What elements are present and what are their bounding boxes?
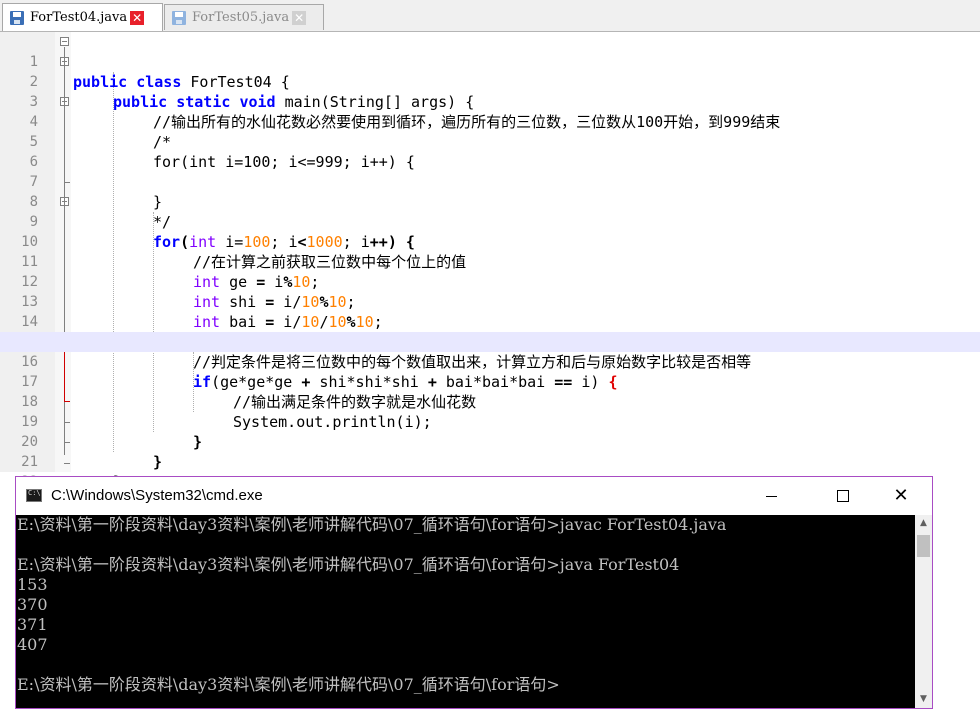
console-line: 370 [17,595,48,614]
code-line: 11 int ge = i%10; [0,232,980,291]
code-line: 20 } [0,412,980,471]
code-line: 5 for(int i=100; i<=999; i++) { [0,112,980,171]
console-line: 153 [17,575,48,594]
scroll-thumb[interactable] [917,535,930,557]
console-line: 371 [17,615,48,634]
code-line: 21 } [0,432,980,491]
code-line: 3 //输出所有的水仙花数必然要使用到循环，遍历所有的三位数，三位数从100开始… [0,72,980,131]
maximize-button[interactable] [820,477,866,515]
code-line-current: 16 if(ge*ge*ge + shi*shi*shi + bai*bai*b… [0,332,980,391]
cmd-title: C:\Windows\System32\cmd.exe [51,487,263,504]
code-line: 9 for(int i=100; i<1000; i++) { [0,192,980,251]
code-line: 10 //在计算之前获取三位数中每个位上的值 [0,212,980,271]
console-line: E:\资料\第一阶段资料\day3资料\案例\老师讲解代码\07_循环语句\fo… [17,555,680,574]
code-line: 1 public class ForTest04 { [0,32,980,91]
minimize-button[interactable] [748,477,794,515]
minimize-icon [766,496,777,497]
vertical-scrollbar[interactable]: ▲ ▼ [915,515,932,708]
code-line: 19 } [0,392,980,451]
code-line: 15 //判定条件是将三位数中的每个数值取出来，计算立方和后与原始数字比较是否相… [0,312,980,371]
code-line: 14 [0,292,980,330]
cmd-title-bar[interactable]: C:\Windows\System32\cmd.exe ✕ [16,477,932,515]
tab-label: ForTest04.java [30,10,128,25]
code-line: 6 [0,132,980,170]
console-line: 407 [17,635,48,654]
maximize-icon [837,490,849,502]
code-line: 22 } [0,452,980,511]
tab-fortest05[interactable]: ForTest05.java ✕ [164,4,324,30]
close-button[interactable]: ✕ [878,477,924,515]
saved-file-icon [172,10,186,25]
code-line: 17 //输出满足条件的数字就是水仙花数 [0,352,980,411]
code-line: 2 public static void main(String[] args)… [0,52,980,111]
console-output[interactable]: E:\资料\第一阶段资料\day3资料\案例\老师讲解代码\07_循环语句\fo… [16,515,914,708]
code-editor[interactable]: 1 public class ForTest04 { 2 public stat… [0,32,980,511]
code-line: 13 int bai = i/10/10%10; [0,272,980,331]
code-line: 18 System.out.println(i); [0,372,980,431]
tab-label: ForTest05.java [192,10,290,25]
tab-bar: ForTest04.java ✕ ForTest05.java ✕ [0,0,980,32]
close-tab-icon[interactable]: ✕ [130,10,145,25]
close-icon: ✕ [893,485,909,506]
console-line: E:\资料\第一阶段资料\day3资料\案例\老师讲解代码\07_循环语句\fo… [17,515,727,534]
scroll-down-icon[interactable]: ▼ [915,691,932,708]
cmd-window[interactable]: C:\Windows\System32\cmd.exe ✕ E:\资料\第一阶段… [15,476,933,709]
cmd-app-icon [26,489,42,502]
scroll-up-icon[interactable]: ▲ [915,515,932,532]
console-line: E:\资料\第一阶段资料\day3资料\案例\老师讲解代码\07_循环语句\fo… [17,675,560,694]
tab-fortest04[interactable]: ForTest04.java ✕ [2,3,163,31]
close-tab-icon[interactable]: ✕ [292,10,307,25]
code-line: 4 /* [0,92,980,151]
code-line: 7 } [0,152,980,211]
code-line: 8 */ [0,172,980,231]
code-line: 12 int shi = i/10%10; [0,252,980,311]
saved-file-icon [10,10,24,25]
